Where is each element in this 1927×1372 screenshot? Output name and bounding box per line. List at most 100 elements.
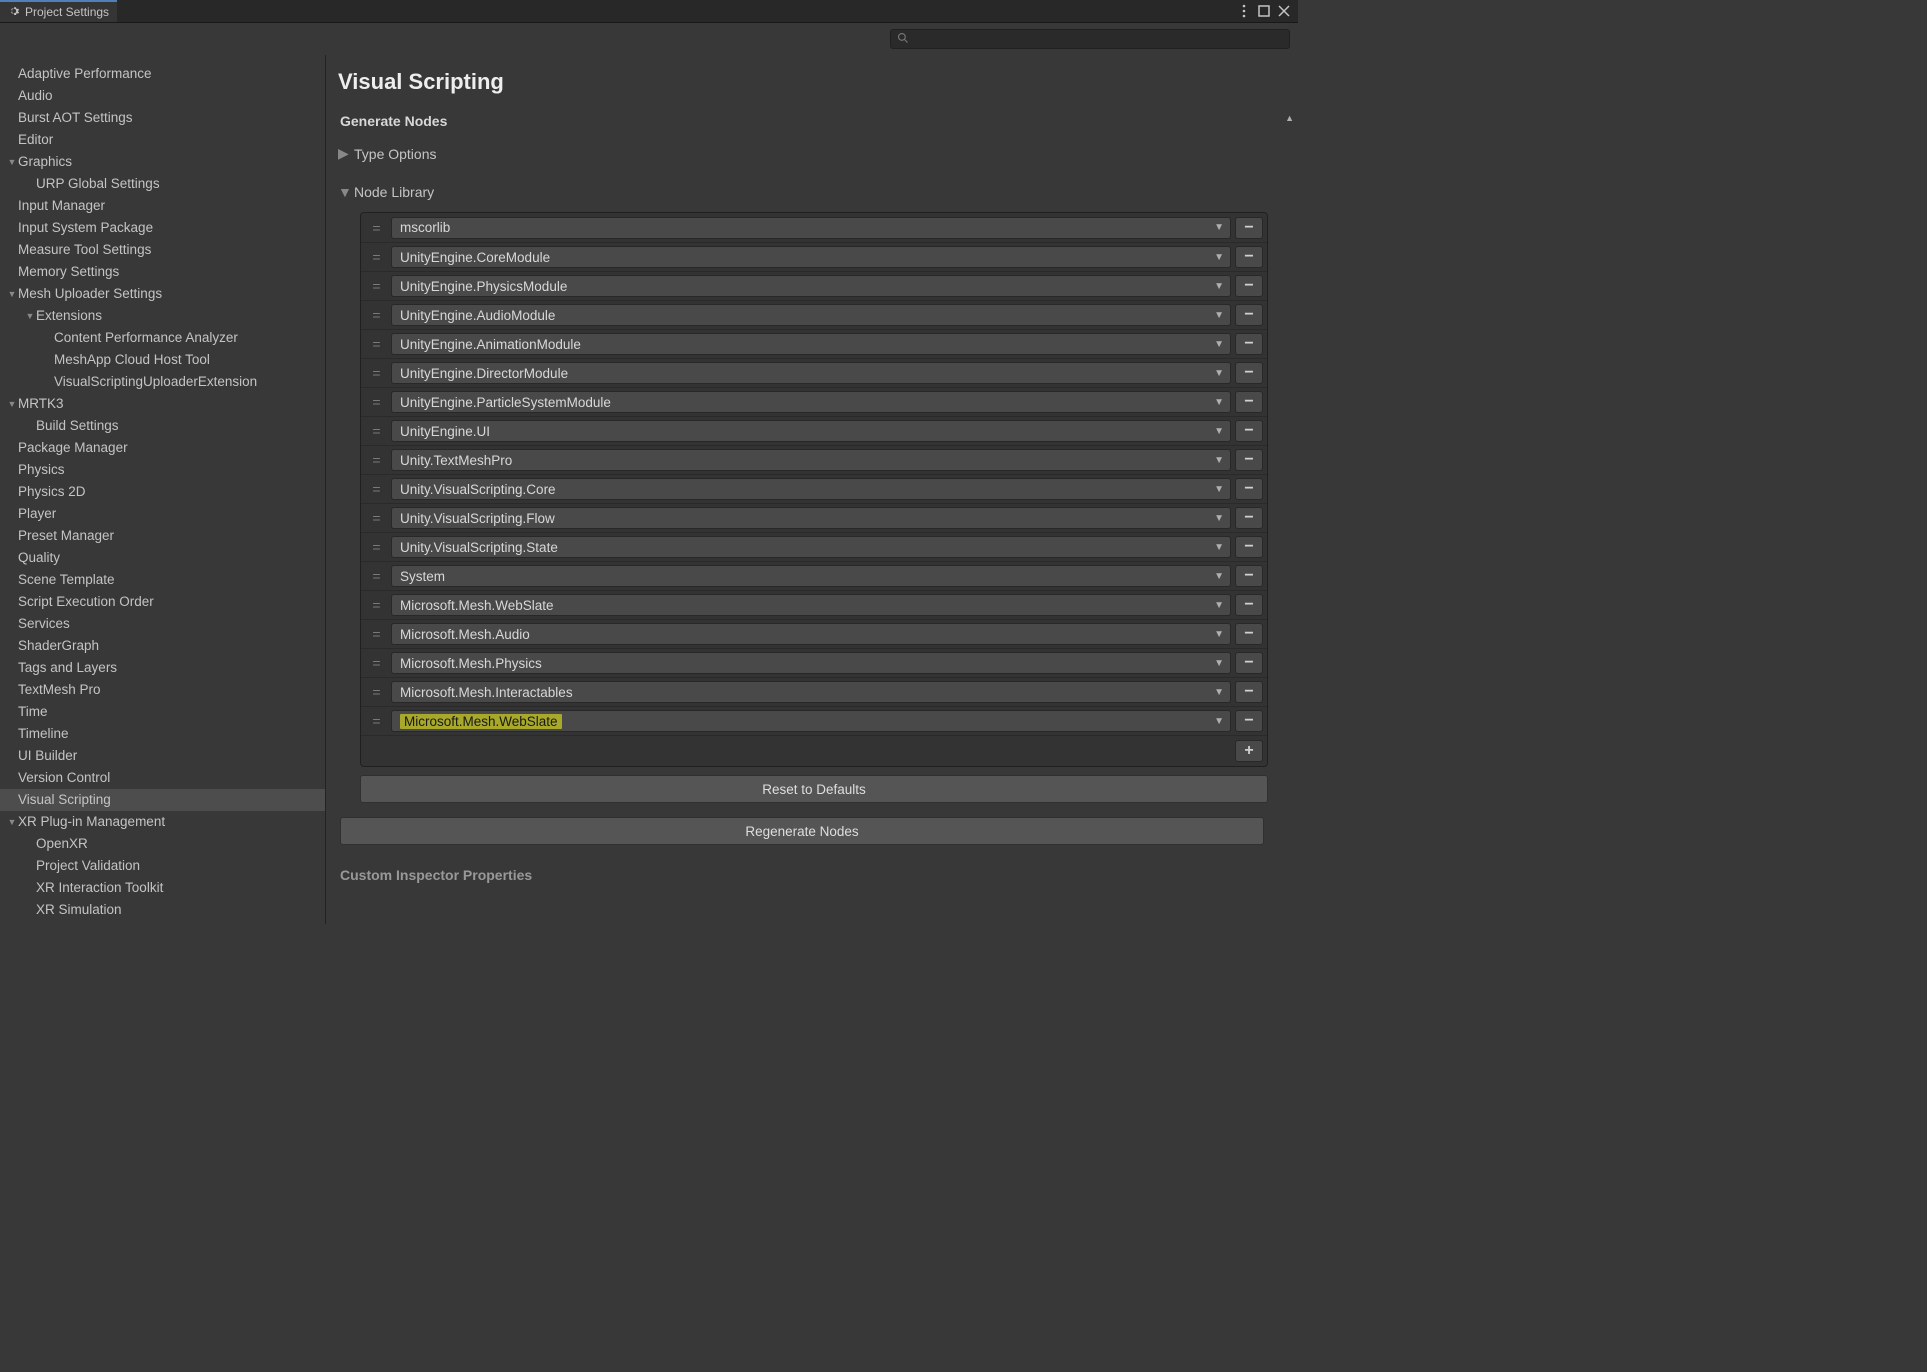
library-dropdown[interactable]: Unity.TextMeshPro▼ xyxy=(391,449,1231,471)
library-dropdown[interactable]: Microsoft.Mesh.WebSlate▼ xyxy=(391,710,1231,732)
remove-library-button[interactable]: − xyxy=(1235,391,1263,413)
sidebar-item[interactable]: URP Global Settings xyxy=(0,173,325,195)
add-library-button[interactable]: + xyxy=(1235,740,1263,762)
sidebar-item[interactable]: Burst AOT Settings xyxy=(0,107,325,129)
drag-handle-icon[interactable]: = xyxy=(365,423,387,439)
sidebar-item[interactable]: Measure Tool Settings xyxy=(0,239,325,261)
library-dropdown[interactable]: UnityEngine.PhysicsModule▼ xyxy=(391,275,1231,297)
sidebar-item[interactable]: Tags and Layers xyxy=(0,657,325,679)
remove-library-button[interactable]: − xyxy=(1235,710,1263,732)
sidebar-item[interactable]: Physics 2D xyxy=(0,481,325,503)
drag-handle-icon[interactable]: = xyxy=(365,539,387,555)
sidebar-item[interactable]: ▼XR Plug-in Management xyxy=(0,811,325,833)
search-input[interactable] xyxy=(890,29,1290,49)
close-icon[interactable] xyxy=(1276,3,1292,19)
remove-library-button[interactable]: − xyxy=(1235,478,1263,500)
sidebar-item[interactable]: Audio xyxy=(0,85,325,107)
remove-library-button[interactable]: − xyxy=(1235,217,1263,239)
type-options-foldout[interactable]: ▶ Type Options xyxy=(336,141,1298,166)
library-dropdown[interactable]: Microsoft.Mesh.Audio▼ xyxy=(391,623,1231,645)
sidebar-item[interactable]: Quality xyxy=(0,547,325,569)
sidebar-item[interactable]: Scene Template xyxy=(0,569,325,591)
sidebar-item[interactable]: Adaptive Performance xyxy=(0,63,325,85)
sidebar-item[interactable]: Script Execution Order xyxy=(0,591,325,613)
library-dropdown[interactable]: UnityEngine.CoreModule▼ xyxy=(391,246,1231,268)
library-dropdown[interactable]: Microsoft.Mesh.Physics▼ xyxy=(391,652,1231,674)
sidebar-item[interactable]: Time xyxy=(0,701,325,723)
kebab-menu-icon[interactable] xyxy=(1236,2,1252,20)
sidebar-item[interactable]: Preset Manager xyxy=(0,525,325,547)
library-dropdown[interactable]: UnityEngine.AnimationModule▼ xyxy=(391,333,1231,355)
remove-library-button[interactable]: − xyxy=(1235,275,1263,297)
sidebar-item[interactable]: Physics xyxy=(0,459,325,481)
library-dropdown[interactable]: mscorlib▼ xyxy=(391,217,1231,239)
sidebar-item[interactable]: Visual Scripting xyxy=(0,789,325,811)
sidebar-item[interactable]: Memory Settings xyxy=(0,261,325,283)
drag-handle-icon[interactable]: = xyxy=(365,278,387,294)
remove-library-button[interactable]: − xyxy=(1235,449,1263,471)
tab-project-settings[interactable]: Project Settings xyxy=(0,0,117,22)
sidebar-item[interactable]: Build Settings xyxy=(0,415,325,437)
sidebar-item[interactable]: ShaderGraph xyxy=(0,635,325,657)
drag-handle-icon[interactable]: = xyxy=(365,394,387,410)
sidebar-item[interactable]: OpenXR xyxy=(0,833,325,855)
sidebar-item[interactable]: Services xyxy=(0,613,325,635)
sidebar-item[interactable]: Project Validation xyxy=(0,855,325,877)
remove-library-button[interactable]: − xyxy=(1235,594,1263,616)
scroll-up-icon[interactable]: ▲ xyxy=(1285,113,1294,123)
remove-library-button[interactable]: − xyxy=(1235,304,1263,326)
sidebar-item[interactable]: ▼Mesh Uploader Settings xyxy=(0,283,325,305)
sidebar-item[interactable]: MeshApp Cloud Host Tool xyxy=(0,349,325,371)
sidebar-item[interactable]: Package Manager xyxy=(0,437,325,459)
sidebar-item[interactable]: ▼Graphics xyxy=(0,151,325,173)
library-dropdown[interactable]: UnityEngine.AudioModule▼ xyxy=(391,304,1231,326)
drag-handle-icon[interactable]: = xyxy=(365,713,387,729)
remove-library-button[interactable]: − xyxy=(1235,420,1263,442)
remove-library-button[interactable]: − xyxy=(1235,536,1263,558)
drag-handle-icon[interactable]: = xyxy=(365,568,387,584)
library-dropdown[interactable]: Microsoft.Mesh.Interactables▼ xyxy=(391,681,1231,703)
drag-handle-icon[interactable]: = xyxy=(365,684,387,700)
library-dropdown[interactable]: Unity.VisualScripting.Core▼ xyxy=(391,478,1231,500)
sidebar-item[interactable]: Player xyxy=(0,503,325,525)
drag-handle-icon[interactable]: = xyxy=(365,452,387,468)
remove-library-button[interactable]: − xyxy=(1235,333,1263,355)
reset-defaults-button[interactable]: Reset to Defaults xyxy=(360,775,1268,803)
library-dropdown[interactable]: UnityEngine.UI▼ xyxy=(391,420,1231,442)
maximize-icon[interactable] xyxy=(1256,3,1272,19)
sidebar-item[interactable]: Input System Package xyxy=(0,217,325,239)
drag-handle-icon[interactable]: = xyxy=(365,307,387,323)
remove-library-button[interactable]: − xyxy=(1235,246,1263,268)
sidebar-item[interactable]: ▼MRTK3 xyxy=(0,393,325,415)
library-dropdown[interactable]: Unity.VisualScripting.State▼ xyxy=(391,536,1231,558)
sidebar-item[interactable]: TextMesh Pro xyxy=(0,679,325,701)
sidebar-item[interactable]: ▼Extensions xyxy=(0,305,325,327)
sidebar-item[interactable]: XR Interaction Toolkit xyxy=(0,877,325,899)
drag-handle-icon[interactable]: = xyxy=(365,626,387,642)
remove-library-button[interactable]: − xyxy=(1235,681,1263,703)
library-dropdown[interactable]: UnityEngine.ParticleSystemModule▼ xyxy=(391,391,1231,413)
remove-library-button[interactable]: − xyxy=(1235,652,1263,674)
sidebar-item[interactable]: Timeline xyxy=(0,723,325,745)
sidebar-item[interactable]: Content Performance Analyzer xyxy=(0,327,325,349)
drag-handle-icon[interactable]: = xyxy=(365,336,387,352)
remove-library-button[interactable]: − xyxy=(1235,362,1263,384)
library-dropdown[interactable]: Microsoft.Mesh.WebSlate▼ xyxy=(391,594,1231,616)
sidebar-item[interactable]: Editor xyxy=(0,129,325,151)
drag-handle-icon[interactable]: = xyxy=(365,365,387,381)
sidebar-item[interactable]: Version Control xyxy=(0,767,325,789)
library-dropdown[interactable]: System▼ xyxy=(391,565,1231,587)
drag-handle-icon[interactable]: = xyxy=(365,655,387,671)
sidebar-item[interactable]: XR Simulation xyxy=(0,899,325,921)
sidebar-item[interactable]: UI Builder xyxy=(0,745,325,767)
drag-handle-icon[interactable]: = xyxy=(365,510,387,526)
remove-library-button[interactable]: − xyxy=(1235,565,1263,587)
library-dropdown[interactable]: Unity.VisualScripting.Flow▼ xyxy=(391,507,1231,529)
library-dropdown[interactable]: UnityEngine.DirectorModule▼ xyxy=(391,362,1231,384)
drag-handle-icon[interactable]: = xyxy=(365,597,387,613)
drag-handle-icon[interactable]: = xyxy=(365,249,387,265)
sidebar-item[interactable]: Input Manager xyxy=(0,195,325,217)
drag-handle-icon[interactable]: = xyxy=(365,220,387,236)
remove-library-button[interactable]: − xyxy=(1235,507,1263,529)
node-library-foldout[interactable]: ▼ Node Library xyxy=(336,180,1298,204)
